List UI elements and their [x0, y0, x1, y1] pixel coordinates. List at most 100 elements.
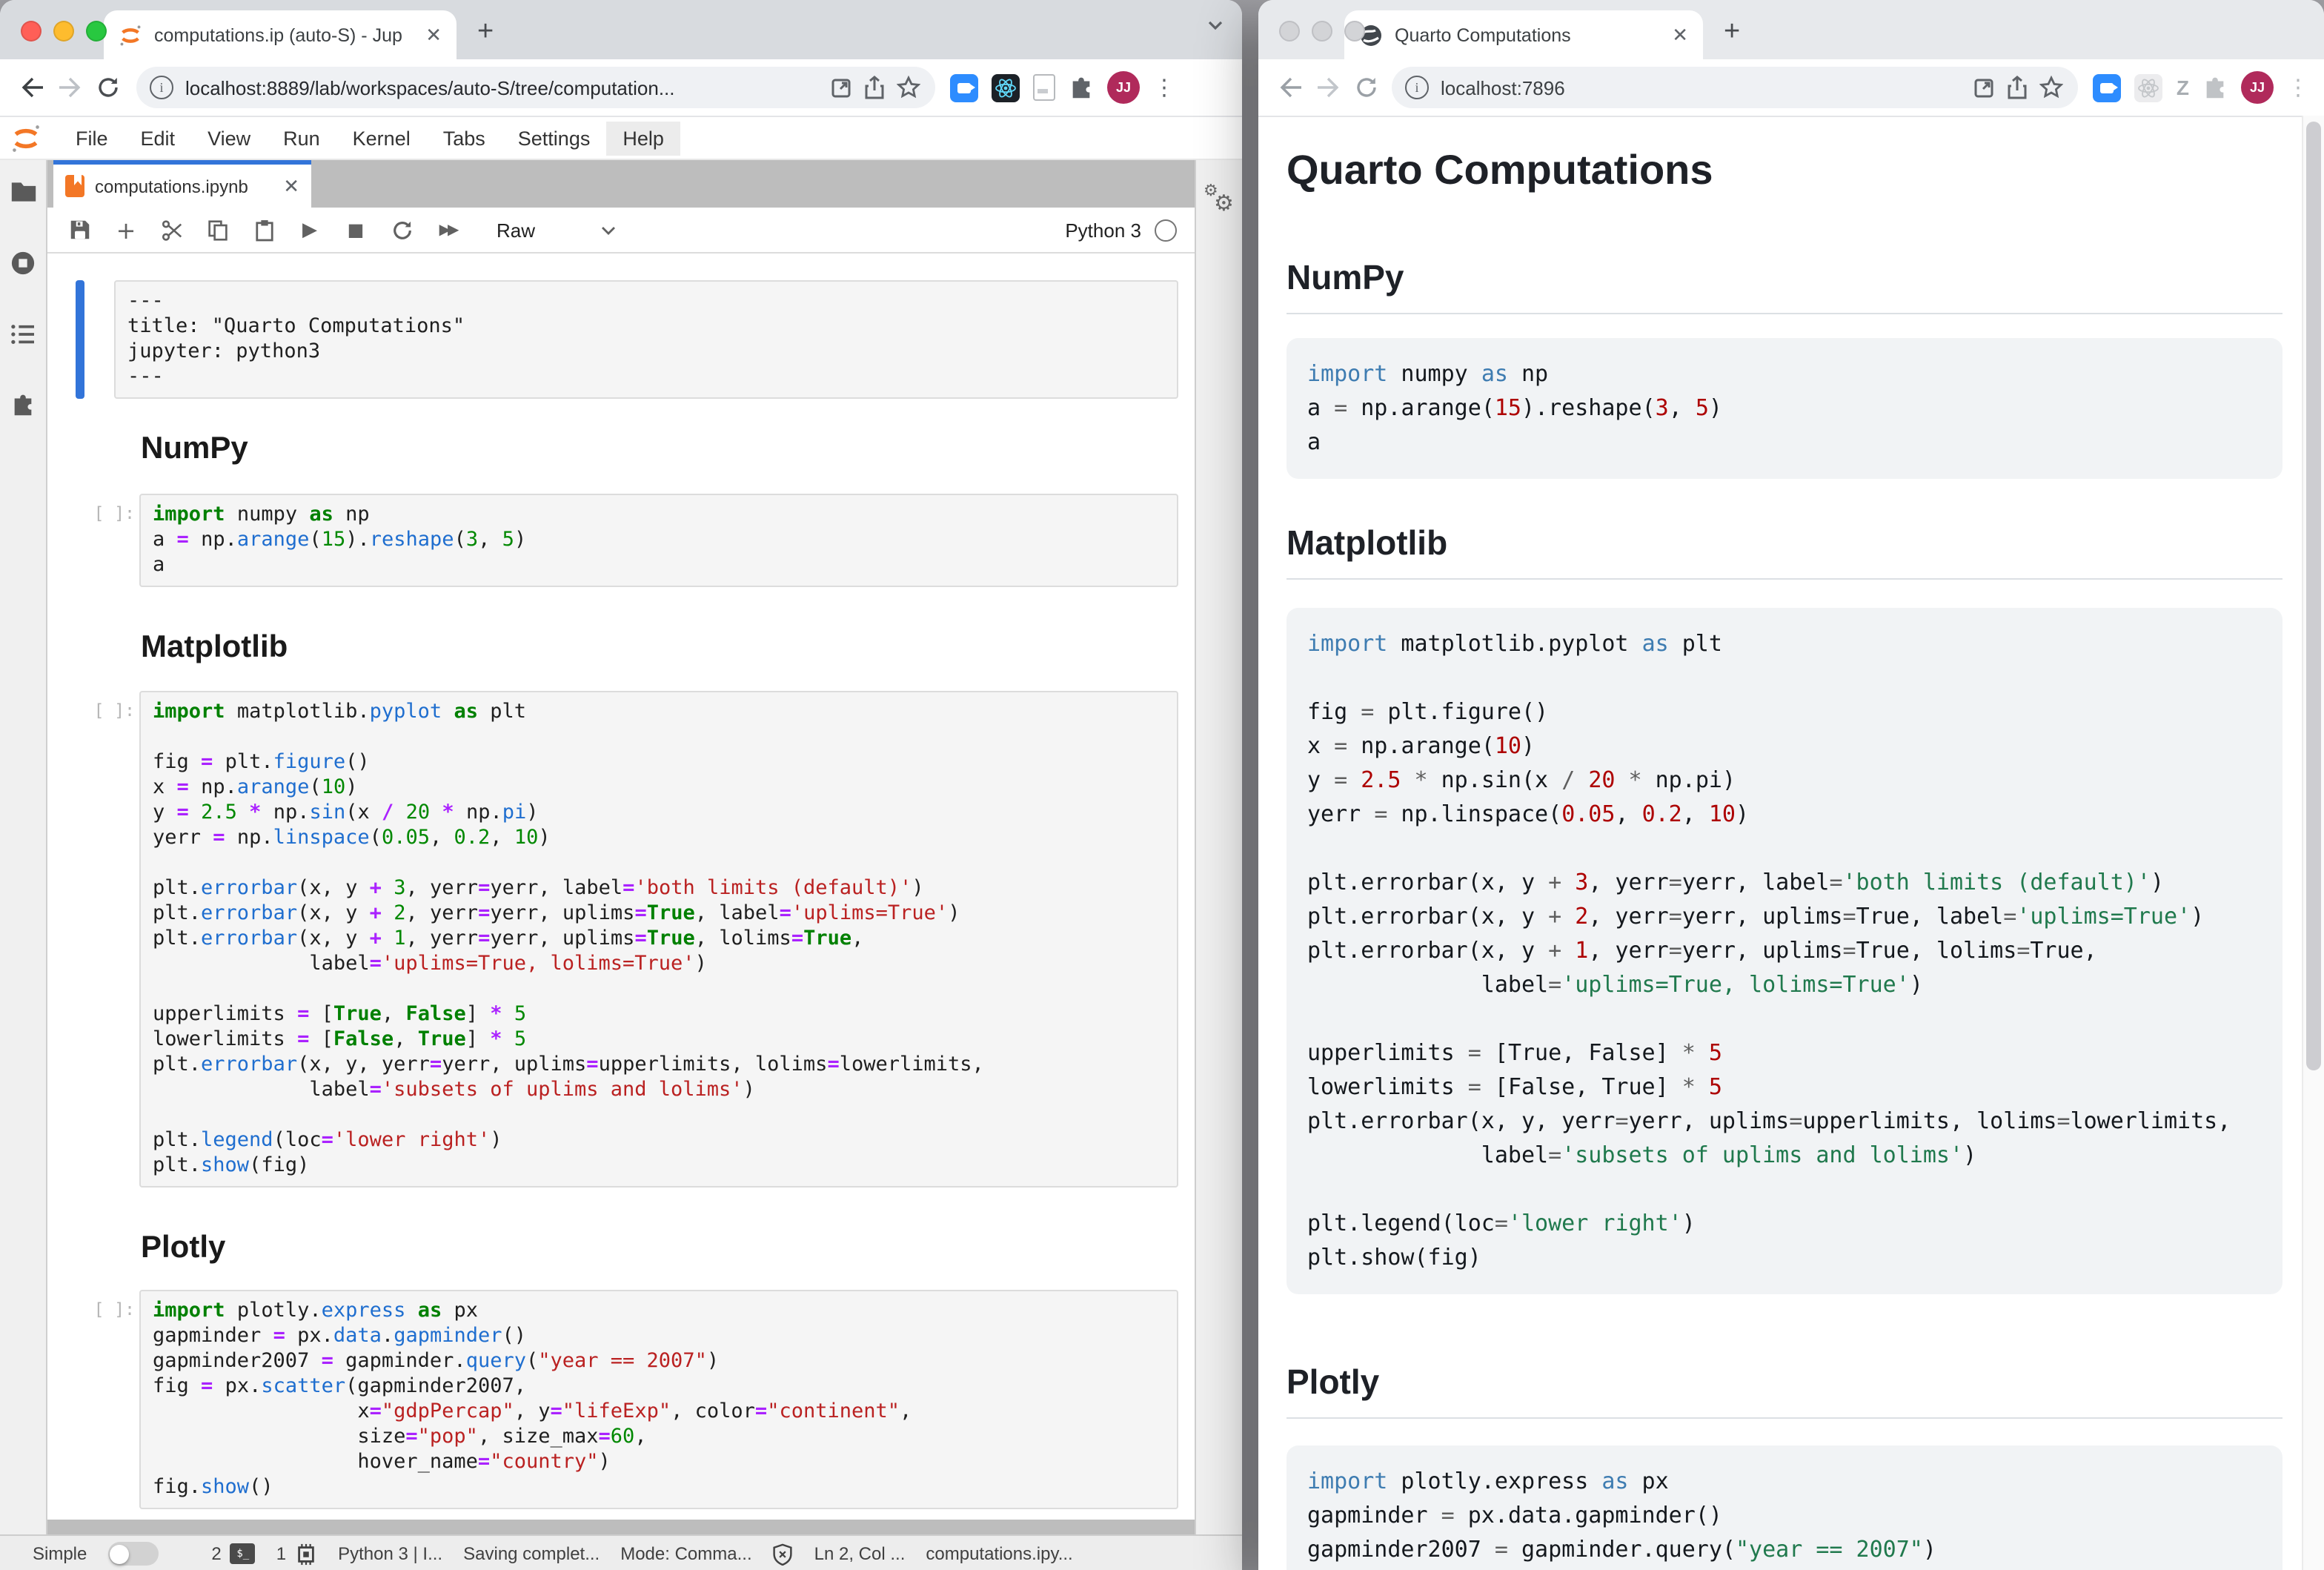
matplotlib-code-block: import matplotlib.pyplot as plt fig = pl…	[1286, 608, 2282, 1294]
bookmark-star-icon[interactable]	[897, 76, 920, 99]
browser-menu-icon[interactable]: ⋮	[1153, 76, 1175, 99]
raw-cell[interactable]: ---title: "Quarto Computations"jupyter: …	[47, 280, 1195, 399]
file-browser-icon[interactable]	[10, 181, 36, 203]
tab-close-icon[interactable]: ✕	[1672, 25, 1688, 44]
raw-cell-editor[interactable]: ---title: "Quarto Computations"jupyter: …	[114, 280, 1178, 399]
puzzle-extensions-icon[interactable]	[2202, 75, 2228, 100]
markdown-heading-numpy: NumPy	[141, 431, 1195, 467]
cell-type-dropdown[interactable]: Raw	[497, 219, 535, 241]
restart-kernel-button[interactable]	[390, 218, 414, 242]
profile-avatar[interactable]: JJ	[2241, 71, 2274, 104]
tab-close-icon[interactable]: ✕	[425, 25, 442, 44]
cell-prompt: [ ]:	[67, 503, 135, 523]
menu-item-help[interactable]: Help	[606, 121, 680, 155]
kernel-status-icon[interactable]	[1155, 219, 1177, 241]
cell-type-chevron-icon[interactable]	[596, 218, 620, 242]
interrupt-kernel-button[interactable]: ■	[344, 218, 368, 242]
tab-search-chevron-icon[interactable]	[1206, 19, 1224, 31]
notebook-tab[interactable]: computations.ipynb ✕	[53, 160, 311, 208]
numpy-cell-editor[interactable]: import numpy as npa = np.arange(15).resh…	[139, 494, 1178, 587]
active-file-name[interactable]: computations.ipy...	[926, 1543, 1072, 1564]
menu-item-tabs[interactable]: Tabs	[427, 121, 502, 155]
close-window-button[interactable]	[21, 21, 42, 42]
address-bar[interactable]: i localhost:8889/lab/workspaces/auto-S/t…	[136, 67, 935, 108]
cut-cells-button[interactable]	[160, 218, 184, 242]
paste-cells-button[interactable]	[252, 218, 276, 242]
browser-tab[interactable]: Quarto Computations ✕	[1344, 10, 1703, 59]
browser-tab-strip: Quarto Computations ✕ +	[1258, 0, 2324, 59]
zoom-extension-icon[interactable]	[950, 73, 978, 102]
react-devtools-extension-icon[interactable]	[992, 73, 1020, 102]
copy-cells-button[interactable]	[206, 218, 230, 242]
new-tab-button[interactable]: +	[1724, 16, 1740, 49]
zoom-window-button[interactable]	[1344, 21, 1365, 42]
plotly-code-block: import plotly.express as pxgapminder = p…	[1286, 1445, 2282, 1570]
window-controls	[21, 21, 107, 42]
menu-item-edit[interactable]: Edit	[124, 121, 192, 155]
profile-avatar[interactable]: JJ	[1107, 71, 1140, 104]
zoom-extension-icon[interactable]	[2094, 73, 2122, 102]
simple-mode-toggle[interactable]	[107, 1542, 158, 1566]
back-button[interactable]	[1270, 68, 1309, 107]
forward-button[interactable]	[50, 68, 89, 107]
bookmark-star-icon[interactable]	[2040, 76, 2064, 99]
kernel-count[interactable]: 1	[276, 1543, 286, 1564]
menu-list: FileEditViewRunKernelTabsSettingsHelp	[59, 121, 680, 155]
share-icon[interactable]	[864, 76, 885, 99]
menu-item-settings[interactable]: Settings	[502, 121, 607, 155]
zoom-window-button[interactable]	[86, 21, 107, 42]
minimize-window-button[interactable]	[1312, 21, 1332, 42]
plotly-cell-editor[interactable]: import plotly.express as pxgapminder = p…	[139, 1290, 1178, 1509]
site-info-icon[interactable]: i	[150, 76, 173, 99]
browser-menu-icon[interactable]: ⋮	[2287, 76, 2309, 99]
cursor-position[interactable]: Ln 2, Col ...	[814, 1543, 906, 1564]
open-in-window-icon[interactable]	[1973, 76, 1996, 99]
table-of-contents-icon[interactable]	[10, 323, 36, 345]
z-extension-icon[interactable]: Z	[2177, 76, 2189, 99]
status-bar: Simple 2 $_ 1 Python 3 | I... Saving com…	[0, 1534, 1242, 1570]
share-icon[interactable]	[2008, 76, 2028, 99]
restart-run-all-button[interactable]: ▶▶	[436, 218, 459, 242]
plotly-code-cell[interactable]: [ ]: import plotly.express as pxgapminde…	[47, 1290, 1195, 1509]
quarto-document: Quarto Computations NumPy import numpy a…	[1258, 117, 2324, 1570]
browser-tab-title: computations.ip (auto-S) - Jup	[154, 24, 414, 45]
matplotlib-cell-editor[interactable]: import matplotlib.pyplot as plt fig = pl…	[139, 691, 1178, 1188]
property-inspector-gears-icon[interactable]: ⚙⚙	[1202, 184, 1238, 219]
notebook-tab-close-icon[interactable]: ✕	[283, 176, 299, 196]
running-kernels-icon[interactable]	[10, 251, 36, 276]
run-cell-button[interactable]: ▶	[298, 218, 322, 242]
terminal-count[interactable]: 2	[211, 1543, 221, 1564]
mode-indicator[interactable]: Mode: Comma...	[620, 1543, 751, 1564]
menu-item-view[interactable]: View	[191, 121, 267, 155]
open-in-window-icon[interactable]	[830, 76, 852, 99]
section-heading-plotly: Plotly	[1286, 1362, 2282, 1419]
page-title: Quarto Computations	[1286, 147, 2282, 194]
address-bar[interactable]: i localhost:7896	[1392, 67, 2079, 108]
menu-item-file[interactable]: File	[59, 121, 124, 155]
site-info-icon[interactable]: i	[1405, 76, 1429, 99]
minimize-window-button[interactable]	[53, 21, 74, 42]
forward-button[interactable]	[1309, 68, 1347, 107]
numpy-code-block: import numpy as npa = np.arange(15).resh…	[1286, 338, 2282, 479]
react-devtools-extension-icon[interactable]	[2135, 73, 2163, 102]
browser-tab[interactable]: computations.ip (auto-S) - Jup ✕	[104, 10, 456, 59]
extension-manager-icon[interactable]	[10, 393, 36, 418]
menu-item-kernel[interactable]: Kernel	[336, 121, 427, 155]
kernel-name[interactable]: Python 3	[1065, 219, 1141, 241]
cell-prompt: [ ]:	[67, 700, 135, 721]
puzzle-extensions-icon[interactable]	[1069, 75, 1094, 100]
notes-extension-icon[interactable]	[1033, 74, 1055, 101]
close-window-button[interactable]	[1279, 21, 1300, 42]
back-button[interactable]	[12, 68, 50, 107]
menu-item-run[interactable]: Run	[267, 121, 336, 155]
insert-cell-button[interactable]: +	[114, 218, 138, 242]
scrollbar-thumb[interactable]	[2306, 122, 2321, 1070]
reload-button[interactable]	[1347, 68, 1386, 107]
kernel-status-text[interactable]: Python 3 | I...	[338, 1543, 442, 1564]
matplotlib-code-cell[interactable]: [ ]: import matplotlib.pyplot as plt fig…	[47, 691, 1195, 1188]
reload-button[interactable]	[89, 68, 127, 107]
save-button[interactable]	[68, 218, 92, 242]
new-tab-button[interactable]: +	[477, 16, 494, 49]
numpy-code-cell[interactable]: [ ]: import numpy as npa = np.arange(15)…	[47, 494, 1195, 587]
page-scrollbar[interactable]	[2302, 116, 2324, 1570]
